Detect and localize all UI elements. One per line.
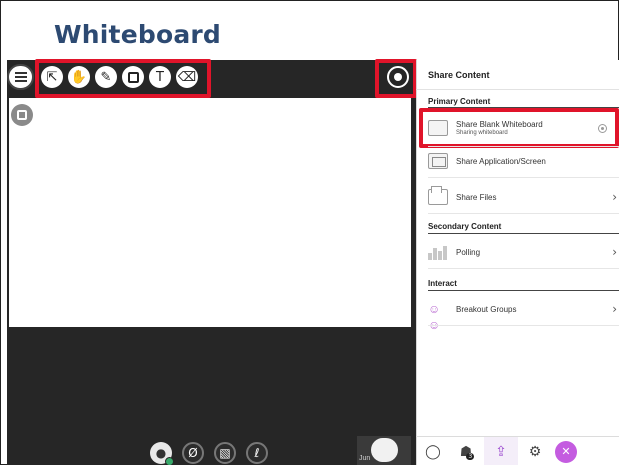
close-icon: ✕: [561, 445, 571, 458]
session-controls: ● Ø ▧ ℓ: [150, 442, 268, 465]
breakout-label: Breakout Groups: [456, 304, 517, 314]
text-tool-button[interactable]: T: [149, 66, 171, 88]
panel-divider: [416, 89, 619, 90]
eraser-tool-button[interactable]: ⌫: [176, 66, 198, 88]
whiteboard-options-button[interactable]: [11, 104, 33, 126]
mic-toggle-button[interactable]: Ø: [182, 442, 204, 464]
pencil-icon: ✎: [100, 69, 112, 85]
screen-share-icon: [428, 153, 448, 169]
raise-hand-icon: ℓ: [254, 446, 260, 460]
participant-name: Jun: [359, 455, 371, 462]
hand-icon: ✋: [70, 69, 88, 85]
primary-content-heading: Primary Content: [428, 97, 491, 106]
polling-label: Polling: [456, 247, 481, 257]
item-divider: [428, 177, 619, 178]
panel-title: Share Content: [428, 70, 490, 80]
page-title: Whiteboard: [54, 20, 222, 49]
avatar: [371, 438, 398, 462]
share-files-item[interactable]: Share Files ›: [428, 185, 619, 209]
my-status-button[interactable]: ●: [150, 442, 174, 465]
chevron-right-icon: ›: [612, 190, 617, 204]
camera-toggle-button[interactable]: ▧: [214, 442, 236, 464]
whiteboard-canvas[interactable]: [9, 98, 411, 327]
record-icon: [394, 73, 402, 81]
gear-icon: ⚙: [528, 443, 542, 460]
breakout-groups-item[interactable]: ☺☺ Breakout Groups ›: [428, 297, 619, 332]
attendees-tab[interactable]: ☗ 3: [450, 437, 484, 465]
attendees-count-badge: 3: [466, 453, 475, 460]
files-icon: [428, 186, 448, 205]
share-content-tab[interactable]: ⇪: [484, 437, 518, 465]
close-panel-button[interactable]: ✕: [555, 440, 577, 463]
panel-footer-nav: ◯ ☗ 3 ⇪ ⚙ ✕: [416, 436, 619, 465]
section-divider: [428, 290, 619, 291]
share-files-label: Share Files: [456, 192, 497, 202]
item-divider: [428, 213, 619, 214]
secondary-content-heading: Secondary Content: [428, 222, 502, 231]
share-app-label: Share Application/Screen: [456, 156, 546, 166]
share-application-screen-item[interactable]: Share Application/Screen: [428, 149, 619, 173]
chat-icon: ◯: [425, 443, 441, 460]
hamburger-icon: [14, 76, 27, 78]
session-menu-button[interactable]: [7, 64, 34, 90]
arrow-pointer-icon: ⇱: [46, 69, 58, 85]
board-icon: [17, 110, 27, 120]
pan-tool-button[interactable]: ✋: [68, 66, 90, 88]
chevron-right-icon: ›: [612, 245, 617, 259]
status-ok-icon: [165, 457, 174, 465]
camera-off-icon: ▧: [219, 446, 231, 460]
text-icon: T: [156, 69, 164, 85]
draw-tool-button[interactable]: ✎: [95, 66, 117, 88]
eraser-icon: ⌫: [177, 69, 197, 85]
select-tool-button[interactable]: ⇱: [41, 66, 63, 88]
user-icon: ●: [155, 446, 167, 460]
share-icon: ⇪: [495, 443, 507, 460]
chevron-right-icon: ›: [612, 302, 617, 316]
square-icon: [127, 71, 139, 83]
record-button[interactable]: [387, 66, 409, 88]
settings-tab[interactable]: ⚙: [518, 437, 552, 465]
poll-chart-icon: [428, 244, 448, 260]
breakout-groups-icon: ☺☺: [428, 302, 441, 332]
section-divider: [428, 233, 619, 234]
mic-off-icon: Ø: [188, 446, 198, 460]
item-divider: [428, 268, 619, 269]
chat-tab[interactable]: ◯: [416, 437, 450, 465]
item-divider: [428, 325, 619, 326]
polling-item[interactable]: Polling ›: [428, 240, 619, 264]
share-whiteboard-highlight-box: [419, 108, 619, 148]
raise-hand-button[interactable]: ℓ: [246, 442, 268, 464]
item-divider: [428, 146, 619, 147]
interact-heading: Interact: [428, 279, 457, 288]
shape-tool-button[interactable]: [122, 66, 144, 88]
